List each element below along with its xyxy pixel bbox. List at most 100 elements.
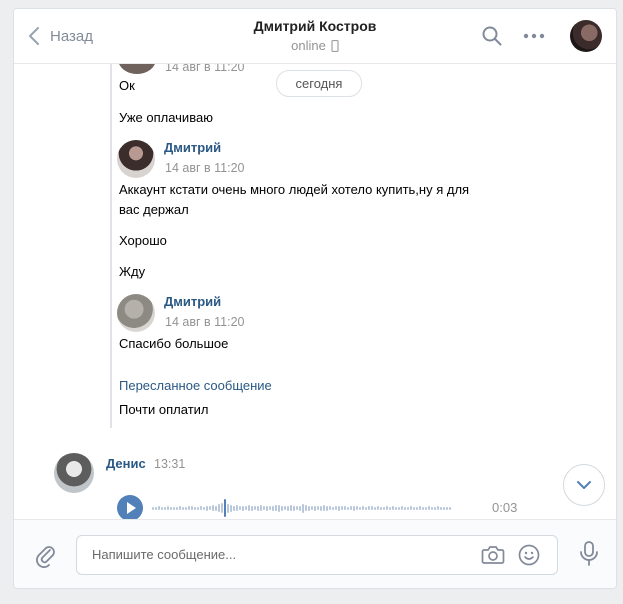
waveform-bar <box>308 505 310 511</box>
waveform-bar <box>266 505 268 511</box>
waveform-bar <box>380 506 382 510</box>
waveform-bar <box>158 506 160 510</box>
waveform-bar <box>179 506 181 510</box>
waveform-bar <box>155 506 157 510</box>
message-text: Жду <box>119 264 146 279</box>
waveform-bar <box>257 505 259 511</box>
message-time: 14 авг в 11:20 <box>165 315 245 329</box>
waveform-bar <box>227 503 229 513</box>
waveform-bar <box>239 506 241 510</box>
waveform-bar <box>440 506 442 510</box>
waveform-bar <box>311 506 313 510</box>
scroll-down-button[interactable] <box>563 464 605 506</box>
message-time: 13:31 <box>154 457 186 471</box>
waveform-bar <box>335 506 337 510</box>
waveform-bar <box>353 505 355 511</box>
waveform-bar <box>194 506 196 510</box>
waveform-bar <box>215 505 217 511</box>
avatar[interactable] <box>117 140 155 178</box>
date-separator: сегодня <box>276 70 362 97</box>
waveform-bar <box>251 505 253 511</box>
waveform-bar <box>191 506 193 510</box>
waveform-bar <box>320 505 322 511</box>
waveform-bar <box>236 505 238 511</box>
waveform-bar <box>428 506 430 510</box>
waveform-bar <box>188 506 190 510</box>
waveform-bar <box>383 506 385 510</box>
waveform-bar <box>371 506 373 510</box>
message-input[interactable]: Напишите сообщение... <box>76 535 558 575</box>
message-text: Уже оплачиваю <box>119 110 213 125</box>
avatar[interactable] <box>117 294 155 332</box>
waveform-bar <box>356 506 358 510</box>
waveform-bar <box>365 506 367 510</box>
message-text: вас держал <box>119 202 189 217</box>
paperclip-icon[interactable] <box>34 544 58 568</box>
contact-avatar[interactable] <box>570 20 602 52</box>
waveform-bar <box>173 506 175 510</box>
search-icon[interactable] <box>482 26 502 46</box>
voice-waveform[interactable] <box>152 498 482 518</box>
waveform-bar <box>368 506 370 510</box>
waveform-bar <box>230 504 232 512</box>
waveform-bar <box>290 505 292 511</box>
forwarded-divider-line <box>110 64 112 428</box>
chat-panel: Назад Дмитрий Костров online 14 авг в 11… <box>13 8 617 589</box>
waveform-bar <box>338 505 340 511</box>
message-author[interactable]: Дмитрий <box>164 294 221 309</box>
waveform-bar <box>425 506 427 510</box>
online-status-text: online <box>291 38 326 53</box>
waveform-bar <box>401 506 403 510</box>
waveform-bar <box>422 506 424 510</box>
waveform-bar <box>260 505 262 511</box>
waveform-bar <box>443 506 445 510</box>
waveform-bar <box>209 506 211 510</box>
message-author[interactable]: Дмитрий <box>164 140 221 155</box>
message-composer: Напишите сообщение... <box>14 519 616 588</box>
waveform-bar <box>431 506 433 510</box>
waveform-bar <box>176 506 178 510</box>
waveform-bar <box>197 506 199 510</box>
waveform-bar <box>419 506 421 510</box>
message-author[interactable]: Денис <box>106 456 146 471</box>
microphone-icon[interactable] <box>578 540 600 568</box>
play-icon[interactable] <box>117 495 143 521</box>
camera-icon[interactable] <box>481 545 505 565</box>
waveform-bar <box>269 506 271 510</box>
waveform-bar <box>287 505 289 511</box>
message-text: Хорошо <box>119 233 167 248</box>
chat-title[interactable]: Дмитрий Костров <box>14 18 616 34</box>
waveform-bar <box>362 506 364 510</box>
waveform-bar <box>161 506 163 510</box>
waveform-bar <box>446 506 448 510</box>
online-status: online <box>14 38 616 53</box>
message-text: Аккаунт кстати очень много людей хотело … <box>119 182 470 197</box>
message-input-placeholder: Напишите сообщение... <box>92 547 237 562</box>
waveform-bar <box>437 506 439 510</box>
waveform-bar <box>245 506 247 510</box>
waveform-bar <box>284 506 286 510</box>
waveform-bar <box>305 505 307 511</box>
waveform-bar <box>167 506 169 510</box>
waveform-bar <box>299 505 301 511</box>
waveform-bar <box>212 505 214 511</box>
waveform-bar <box>278 504 280 512</box>
avatar[interactable] <box>54 453 94 493</box>
waveform-bar <box>218 504 220 512</box>
waveform-bar <box>359 506 361 510</box>
waveform-bar <box>185 506 187 510</box>
waveform-bar <box>329 506 331 510</box>
waveform-bar <box>200 506 202 510</box>
waveform-bar <box>203 506 205 510</box>
waveform-bar <box>164 506 166 510</box>
more-icon[interactable] <box>523 33 545 39</box>
waveform-bar <box>341 506 343 510</box>
waveform-bar <box>263 506 265 510</box>
smile-icon[interactable] <box>518 544 540 566</box>
chat-header: Назад Дмитрий Костров online <box>14 9 616 64</box>
message-text: Почти оплатил <box>119 402 209 417</box>
waveform-bar <box>182 506 184 510</box>
forwarded-message-link[interactable]: Пересланное сообщение <box>119 378 272 393</box>
waveform-bar <box>272 505 274 511</box>
mobile-phone-icon <box>331 39 339 52</box>
